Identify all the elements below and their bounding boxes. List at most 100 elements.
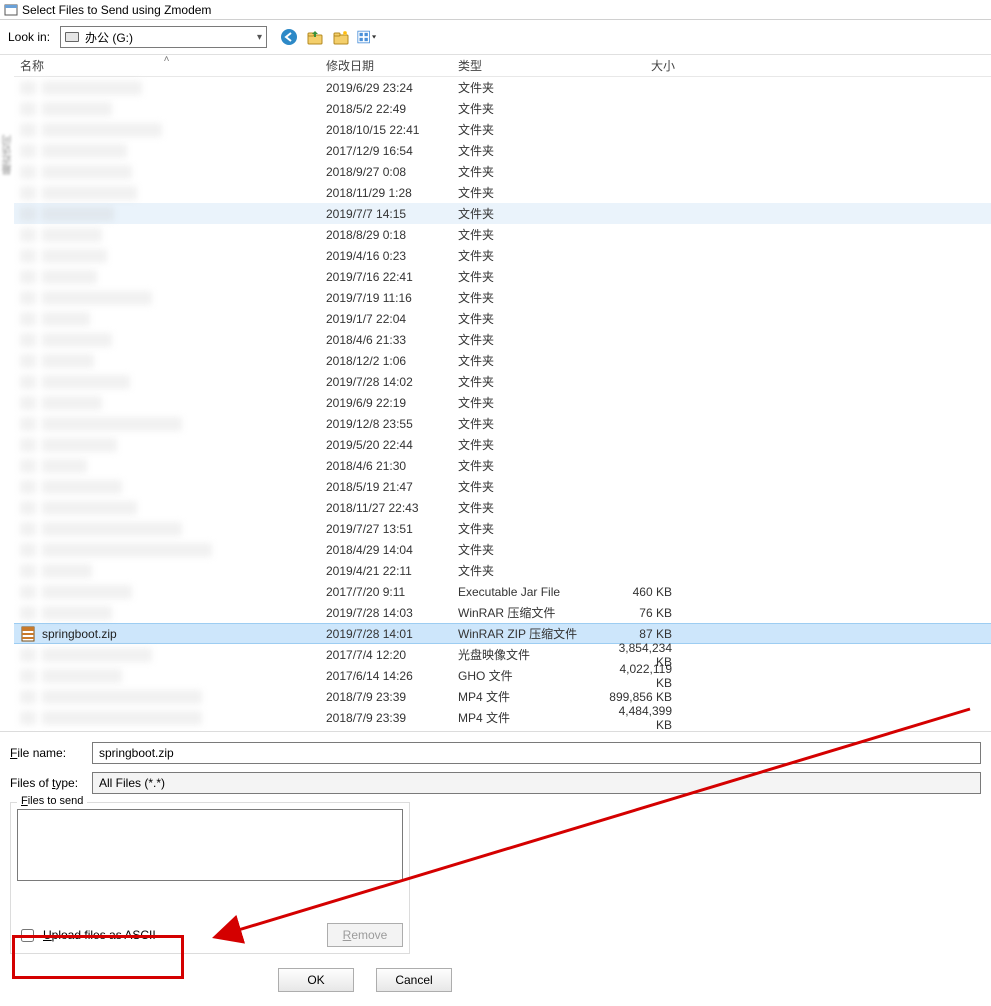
file-rows: 2019/6/29 23:24文件夹2018/5/2 22:49文件夹2018/… <box>14 77 991 731</box>
file-row[interactable]: 2018/4/29 14:04文件夹 <box>14 539 991 560</box>
file-row[interactable]: 2019/6/29 23:24文件夹 <box>14 77 991 98</box>
folder-icon <box>20 80 36 96</box>
file-row[interactable]: 2018/4/6 21:33文件夹 <box>14 329 991 350</box>
file-row[interactable]: 2019/7/19 11:16文件夹 <box>14 287 991 308</box>
places-bar[interactable]: 最近访问 <box>0 55 14 731</box>
file-date: 2019/4/21 22:11 <box>320 564 452 578</box>
drive-icon <box>65 32 79 42</box>
upload-ascii-checkbox[interactable]: Upload files as ASCII <box>17 926 156 945</box>
file-row[interactable]: 2018/11/29 1:28文件夹 <box>14 182 991 203</box>
file-row[interactable]: 2018/4/6 21:30文件夹 <box>14 455 991 476</box>
file-row[interactable]: 2017/6/14 14:26GHO 文件4,022,119 KB <box>14 665 991 686</box>
file-size: 460 KB <box>598 585 682 599</box>
back-button[interactable] <box>279 27 299 47</box>
folder-icon <box>20 101 36 117</box>
view-menu-button[interactable] <box>357 27 377 47</box>
lookin-select[interactable]: 办公 (G:) ▾ <box>60 26 267 48</box>
file-type: 文件夹 <box>452 184 598 201</box>
column-name[interactable]: 名称˄ <box>14 55 320 76</box>
file-row[interactable]: 2017/12/9 16:54文件夹 <box>14 140 991 161</box>
file-row[interactable]: 2019/6/9 22:19文件夹 <box>14 392 991 413</box>
file-name <box>42 165 132 179</box>
cancel-button[interactable]: Cancel <box>376 968 452 992</box>
file-name <box>42 291 152 305</box>
file-name <box>42 690 202 704</box>
places-text: 最近访问 <box>1 135 16 175</box>
column-size[interactable]: 大小 <box>598 55 682 76</box>
file-row[interactable]: 2018/7/9 23:39MP4 文件4,484,399 KB <box>14 707 991 728</box>
file-type: 文件夹 <box>452 520 598 537</box>
file-type: 文件夹 <box>452 541 598 558</box>
file-date: 2019/7/16 22:41 <box>320 270 452 284</box>
column-date[interactable]: 修改日期 <box>320 55 452 76</box>
file-row[interactable]: 2019/5/20 22:44文件夹 <box>14 434 991 455</box>
folder-icon <box>20 395 36 411</box>
file-row[interactable]: 2019/7/16 22:41文件夹 <box>14 266 991 287</box>
remove-button[interactable]: Remove <box>327 923 403 947</box>
folder-icon <box>20 563 36 579</box>
file-row[interactable]: 2019/4/16 0:23文件夹 <box>14 245 991 266</box>
folder-icon <box>20 185 36 201</box>
file-row[interactable]: 2019/7/7 14:15文件夹 <box>14 203 991 224</box>
file-row[interactable]: 2019/4/21 22:11文件夹 <box>14 560 991 581</box>
column-headers[interactable]: 名称˄ 修改日期 类型 大小 <box>14 55 991 77</box>
file-row[interactable]: 2017/7/20 9:11Executable Jar File460 KB <box>14 581 991 602</box>
file-row[interactable]: 2018/5/19 21:47文件夹 <box>14 476 991 497</box>
file-list: 最近访问 名称˄ 修改日期 类型 大小 2019/6/29 23:24文件夹20… <box>0 55 991 731</box>
file-type: 文件夹 <box>452 268 598 285</box>
file-type: Executable Jar File <box>452 585 598 599</box>
file-row[interactable]: 2019/12/8 23:55文件夹 <box>14 413 991 434</box>
file-type: 文件夹 <box>452 352 598 369</box>
file-row[interactable]: 2018/7/9 23:39MP4 文件899,856 KB <box>14 686 991 707</box>
lookin-label: Look in: <box>8 30 54 44</box>
zip-icon <box>20 626 36 642</box>
new-folder-button[interactable] <box>331 27 351 47</box>
file-date: 2019/5/20 22:44 <box>320 438 452 452</box>
file-row[interactable]: 2019/7/28 14:03WinRAR 压缩文件76 KB <box>14 602 991 623</box>
file-type: 文件夹 <box>452 163 598 180</box>
file-name <box>42 102 112 116</box>
file-name <box>42 417 182 431</box>
file-date: 2018/7/9 23:39 <box>320 690 452 704</box>
file-row[interactable]: 2019/7/28 14:02文件夹 <box>14 371 991 392</box>
folder-icon <box>20 689 36 705</box>
file-row[interactable]: 2019/1/7 22:04文件夹 <box>14 308 991 329</box>
sort-asc-icon: ˄ <box>164 55 170 65</box>
file-name <box>42 270 97 284</box>
file-row[interactable]: 2018/8/29 0:18文件夹 <box>14 224 991 245</box>
file-row-selected[interactable]: springboot.zip2019/7/28 14:01WinRAR ZIP … <box>14 623 991 644</box>
files-to-send-legend: Files to send <box>17 795 87 807</box>
file-row[interactable]: 2019/7/27 13:51文件夹 <box>14 518 991 539</box>
files-to-send-group: Files to send Upload files as ASCII Remo… <box>10 802 410 954</box>
up-one-level-button[interactable] <box>305 27 325 47</box>
filetype-select[interactable] <box>92 772 981 794</box>
file-type: 文件夹 <box>452 331 598 348</box>
file-type: 文件夹 <box>452 205 598 222</box>
file-name <box>42 669 122 683</box>
ok-button[interactable]: OK <box>278 968 354 992</box>
file-row[interactable]: 2017/7/4 12:20光盘映像文件3,854,234 KB <box>14 644 991 665</box>
folder-icon <box>20 479 36 495</box>
upload-ascii-label: Upload files as ASCII <box>43 928 156 942</box>
files-to-send-list[interactable] <box>17 809 403 881</box>
file-row[interactable]: 2018/5/2 22:49文件夹 <box>14 98 991 119</box>
upload-ascii-input[interactable] <box>21 929 34 942</box>
file-size: 76 KB <box>598 606 682 620</box>
file-date: 2018/8/29 0:18 <box>320 228 452 242</box>
folder-icon <box>20 332 36 348</box>
file-row[interactable]: 2018/11/27 22:43文件夹 <box>14 497 991 518</box>
file-date: 2018/11/29 1:28 <box>320 186 452 200</box>
folder-icon <box>20 605 36 621</box>
file-type: 文件夹 <box>452 478 598 495</box>
filename-input[interactable] <box>92 742 981 764</box>
file-row[interactable]: 2018/9/27 0:08文件夹 <box>14 161 991 182</box>
column-type[interactable]: 类型 <box>452 55 598 76</box>
file-date: 2018/10/15 22:41 <box>320 123 452 137</box>
file-date: 2017/6/14 14:26 <box>320 669 452 683</box>
file-type: 文件夹 <box>452 121 598 138</box>
file-name <box>42 438 117 452</box>
file-name <box>42 333 112 347</box>
file-type: 文件夹 <box>452 142 598 159</box>
file-row[interactable]: 2018/12/2 1:06文件夹 <box>14 350 991 371</box>
file-row[interactable]: 2018/10/15 22:41文件夹 <box>14 119 991 140</box>
